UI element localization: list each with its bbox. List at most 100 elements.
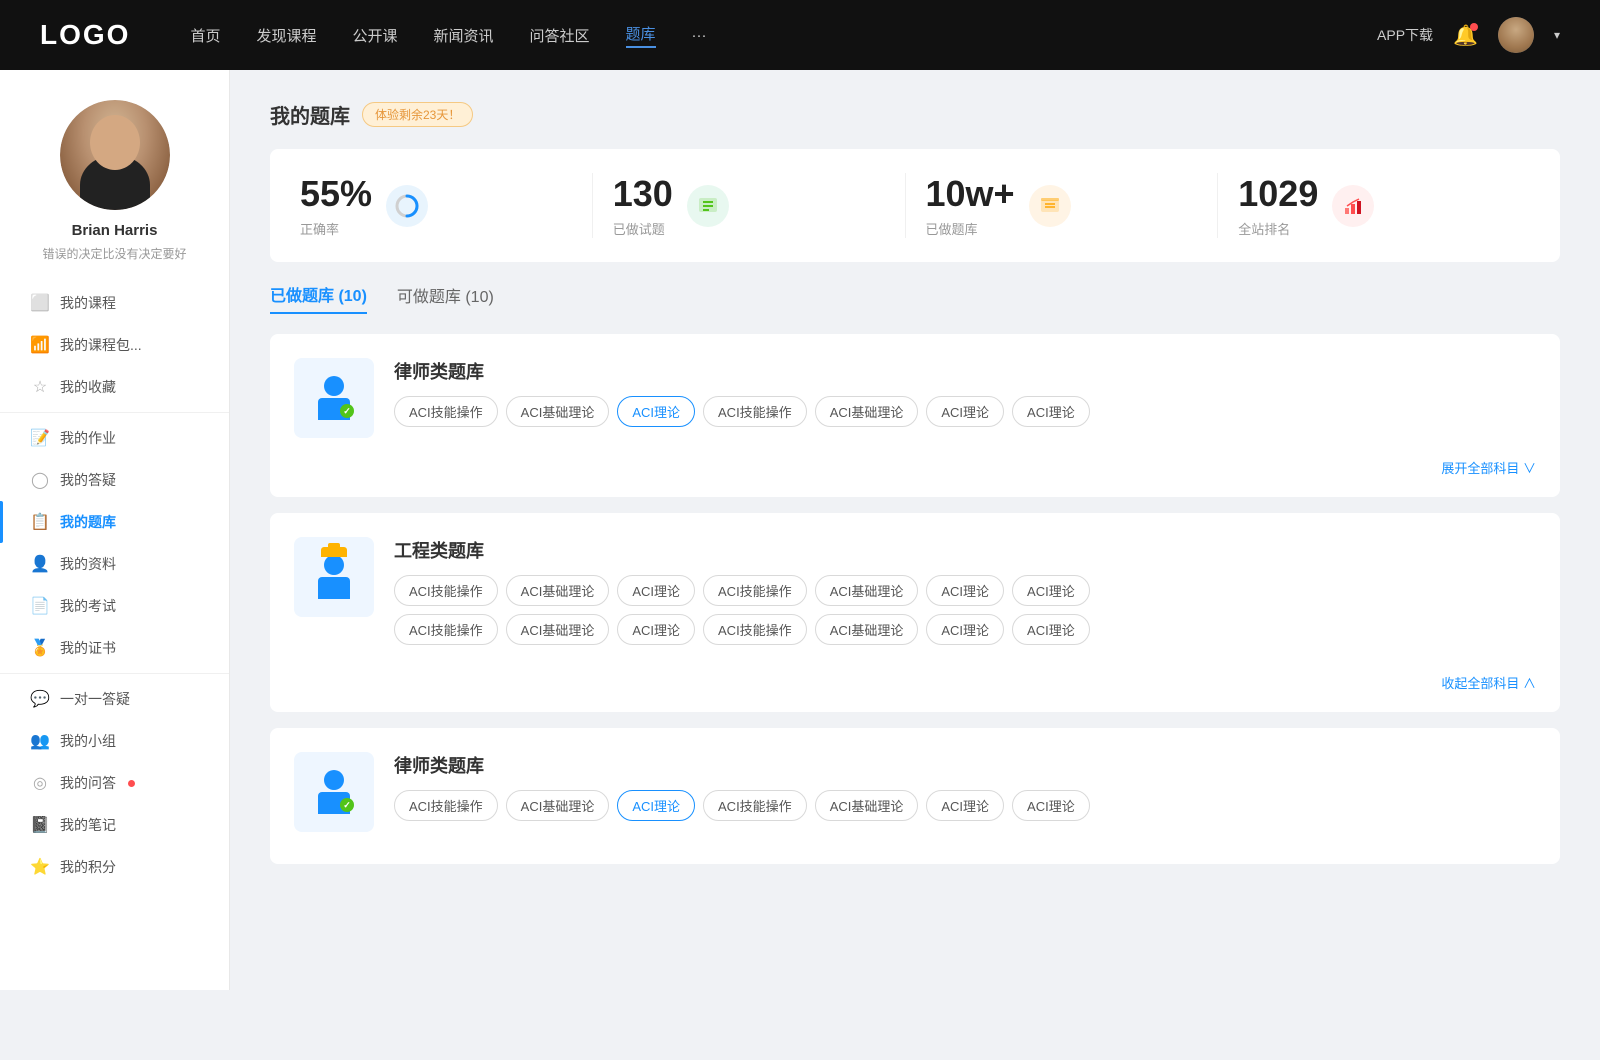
nav-question-bank[interactable]: 题库 <box>626 23 656 48</box>
qbank-2-tag-2[interactable]: ACI理论 <box>617 575 695 606</box>
qbank-1-content: 律师类题库 ACI技能操作 ACI基础理论 ACI理论 ACI技能操作 ACI基… <box>394 358 1536 427</box>
page-wrapper: Brian Harris 错误的决定比没有决定要好 ⬜ 我的课程 📶 我的课程包… <box>0 70 1600 990</box>
nav-home[interactable]: 首页 <box>190 25 220 46</box>
qbank-1-tag-2[interactable]: ACI理论 <box>617 396 695 427</box>
lawyer-body: ✓ <box>318 398 350 420</box>
stat-accuracy-numbers: 55% 正确率 <box>300 173 372 238</box>
notification-dot <box>1470 23 1478 31</box>
tab-available[interactable]: 可做题库 (10) <box>397 283 494 313</box>
questions-list-icon <box>696 194 720 218</box>
sidebar-label-qa: 我的答疑 <box>60 470 116 490</box>
lawyer-check: ✓ <box>340 404 354 418</box>
qbank-3-title: 律师类题库 <box>394 752 1536 778</box>
qbank-2-tag-1[interactable]: ACI基础理论 <box>506 575 610 606</box>
qbank-1-tag-3[interactable]: ACI技能操作 <box>703 396 807 427</box>
sidebar-item-homework[interactable]: 📝 我的作业 <box>0 417 229 459</box>
stat-banks-done: 10w+ 已做题库 <box>906 173 1219 238</box>
sidebar-item-one-on-one[interactable]: 💬 一对一答疑 <box>0 678 229 720</box>
homework-icon: 📝 <box>30 428 50 448</box>
qbank-1-tag-1[interactable]: ACI基础理论 <box>506 396 610 427</box>
tabs-row: 已做题库 (10) 可做题库 (10) <box>270 282 1560 314</box>
avatar[interactable] <box>1498 17 1534 53</box>
logo[interactable]: LOGO <box>40 19 130 51</box>
sidebar-label-points: 我的积分 <box>60 857 116 877</box>
my-qa-dot <box>128 780 135 787</box>
stat-ranking-label: 全站排名 <box>1238 219 1318 238</box>
qbank-1-tag-0[interactable]: ACI技能操作 <box>394 396 498 427</box>
qbank-3-tag-1[interactable]: ACI基础理论 <box>506 790 610 821</box>
qbank-2-icon-container <box>294 537 374 617</box>
qbank-2-tag-r2-5[interactable]: ACI理论 <box>926 614 1004 645</box>
qbank-2-tag-4[interactable]: ACI基础理论 <box>815 575 919 606</box>
sidebar-item-question-bank[interactable]: 📋 我的题库 <box>0 501 229 543</box>
lawyer-icon: ✓ <box>318 376 350 420</box>
sidebar-item-notes[interactable]: 📓 我的笔记 <box>0 804 229 846</box>
qbank-2-tag-3[interactable]: ACI技能操作 <box>703 575 807 606</box>
qbank-2-tags-row2: ACI技能操作 ACI基础理论 ACI理论 ACI技能操作 ACI基础理论 AC… <box>394 614 1536 645</box>
sidebar-item-qa[interactable]: ◯ 我的答疑 <box>0 459 229 501</box>
nav-discover[interactable]: 发现课程 <box>256 25 316 46</box>
navbar-right: APP下载 🔔 ▾ <box>1377 17 1560 53</box>
sidebar-menu: ⬜ 我的课程 📶 我的课程包... ☆ 我的收藏 📝 我的作业 ◯ 我的答疑 📋 <box>0 282 229 888</box>
qbank-3-tag-2[interactable]: ACI理论 <box>617 790 695 821</box>
sidebar-label-certificate: 我的证书 <box>60 638 116 658</box>
nav-news[interactable]: 新闻资讯 <box>434 25 494 46</box>
lawyer-head <box>324 376 344 396</box>
qbank-2-tag-r2-6[interactable]: ACI理论 <box>1012 614 1090 645</box>
app-download-button[interactable]: APP下载 <box>1377 25 1433 45</box>
qbank-3-tag-4[interactable]: ACI基础理论 <box>815 790 919 821</box>
qbank-2-tag-6[interactable]: ACI理论 <box>1012 575 1090 606</box>
tab-done[interactable]: 已做题库 (10) <box>270 282 367 314</box>
sidebar-item-my-course[interactable]: ⬜ 我的课程 <box>0 282 229 324</box>
sidebar-avatar <box>60 100 170 210</box>
qbank-1-tag-5[interactable]: ACI理论 <box>926 396 1004 427</box>
lawyer-icon-3: ✓ <box>318 770 350 814</box>
sidebar-item-exam[interactable]: 📄 我的考试 <box>0 585 229 627</box>
nav-qa[interactable]: 问答社区 <box>530 25 590 46</box>
sidebar-item-group[interactable]: 👥 我的小组 <box>0 720 229 762</box>
sidebar-item-my-qa[interactable]: ◎ 我的问答 <box>0 762 229 804</box>
sidebar-label-course-package: 我的课程包... <box>60 335 142 355</box>
qbank-1-expand[interactable]: 展开全部科目 ∨ <box>294 454 1536 481</box>
qbank-1-title: 律师类题库 <box>394 358 1536 384</box>
sidebar-item-course-package[interactable]: 📶 我的课程包... <box>0 324 229 366</box>
qbank-3-icon-container: ✓ <box>294 752 374 832</box>
stat-accuracy: 55% 正确率 <box>300 173 593 238</box>
favorites-icon: ☆ <box>30 377 50 397</box>
exam-icon: 📄 <box>30 596 50 616</box>
sidebar-item-certificate[interactable]: 🏅 我的证书 <box>0 627 229 669</box>
notification-bell[interactable]: 🔔 <box>1453 23 1478 48</box>
qbank-2-tag-r2-0[interactable]: ACI技能操作 <box>394 614 498 645</box>
stat-questions-label: 已做试题 <box>613 219 673 238</box>
avatar-dropdown-arrow[interactable]: ▾ <box>1554 28 1560 42</box>
lawyer-check-3: ✓ <box>340 798 354 812</box>
qbank-2-collapse[interactable]: 收起全部科目 ∧ <box>294 669 1536 696</box>
qbank-3-tag-5[interactable]: ACI理论 <box>926 790 1004 821</box>
stats-card: 55% 正确率 130 已做试题 <box>270 149 1560 262</box>
qbank-3-tag-0[interactable]: ACI技能操作 <box>394 790 498 821</box>
qbank-1-tag-6[interactable]: ACI理论 <box>1012 396 1090 427</box>
nav-more[interactable]: ··· <box>692 27 707 44</box>
qbank-2-tag-r2-1[interactable]: ACI基础理论 <box>506 614 610 645</box>
stat-ranking-icon <box>1332 185 1374 227</box>
sidebar-item-points[interactable]: ⭐ 我的积分 <box>0 846 229 888</box>
qbank-3-tag-6[interactable]: ACI理论 <box>1012 790 1090 821</box>
sidebar-item-profile[interactable]: 👤 我的资料 <box>0 543 229 585</box>
qbank-2-tag-r2-3[interactable]: ACI技能操作 <box>703 614 807 645</box>
sidebar-divider-2 <box>0 673 229 674</box>
sidebar-user-motto: 错误的决定比没有决定要好 <box>22 245 206 262</box>
qa-icon: ◯ <box>30 470 50 490</box>
sidebar-label-homework: 我的作业 <box>60 428 116 448</box>
sidebar-label-one-on-one: 一对一答疑 <box>60 689 130 709</box>
qbank-2-tag-5[interactable]: ACI理论 <box>926 575 1004 606</box>
qbank-3-tag-3[interactable]: ACI技能操作 <box>703 790 807 821</box>
qbank-2-tag-r2-2[interactable]: ACI理论 <box>617 614 695 645</box>
nav-open-course[interactable]: 公开课 <box>352 25 397 46</box>
sidebar-label-notes: 我的笔记 <box>60 815 116 835</box>
qbank-2-tag-r2-4[interactable]: ACI基础理论 <box>815 614 919 645</box>
qbank-card-2: 工程类题库 ACI技能操作 ACI基础理论 ACI理论 ACI技能操作 ACI基… <box>270 513 1560 712</box>
qbank-2-tag-0[interactable]: ACI技能操作 <box>394 575 498 606</box>
sidebar-item-favorites[interactable]: ☆ 我的收藏 <box>0 366 229 408</box>
lawyer-head-3 <box>324 770 344 790</box>
qbank-1-tag-4[interactable]: ACI基础理论 <box>815 396 919 427</box>
